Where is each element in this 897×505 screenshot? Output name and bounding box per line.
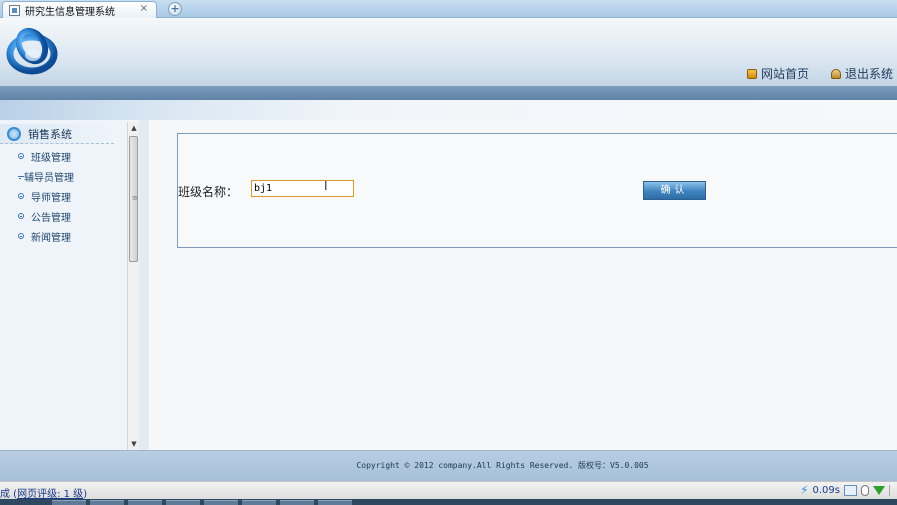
home-link-label: 网站首页 — [760, 67, 809, 81]
logout-icon — [830, 68, 841, 79]
sidebar-item-news-management[interactable]: 新闻管理 — [0, 226, 114, 246]
new-tab-button[interactable]: + — [168, 2, 182, 16]
lightning-icon: ⚡ — [800, 483, 809, 497]
header-links: 网站首页 退出系统 — [746, 65, 893, 82]
taskbar-button[interactable] — [166, 500, 200, 505]
sidebar-item-notice-management[interactable]: 公告管理 — [0, 206, 114, 226]
scrollbar-thumb[interactable]: ≡ — [129, 136, 138, 262]
sidebar-item-label: 班级管理 — [31, 152, 71, 164]
menu-bullet-icon — [18, 153, 24, 159]
browser-tab[interactable]: 研究生信息管理系统 × — [2, 1, 157, 18]
screenshot-icon[interactable] — [844, 484, 857, 496]
class-name-input[interactable] — [251, 180, 354, 197]
browser-status-bar: 成 (网页评级: 1 级) ⚡ 0.09s — [0, 481, 897, 500]
taskbar-button[interactable] — [90, 500, 124, 505]
menu-bullet-icon — [18, 193, 24, 199]
download-icon[interactable] — [873, 485, 885, 495]
logout-link-label: 退出系统 — [844, 67, 893, 81]
sidebar-gutter — [139, 120, 149, 450]
sidebar: 销售系统 班级管理 辅导员管理 导师管理 公告管理 新闻管理 — [0, 120, 127, 450]
taskbar-button[interactable] — [242, 500, 276, 505]
tab-title: 研究生信息管理系统 — [25, 6, 115, 18]
text-cursor-icon: I — [324, 179, 328, 193]
page-footer: Copyright © 2012 company.All Rights Rese… — [0, 450, 897, 481]
menu-bullet-icon — [18, 213, 24, 219]
taskbar-button[interactable] — [128, 500, 162, 505]
search-icon — [7, 126, 21, 141]
main-content: 班级名称： I 确认 — [149, 120, 897, 450]
sidebar-item-tutor-management[interactable]: 导师管理 — [0, 186, 114, 206]
mouse-gesture-icon[interactable] — [861, 484, 869, 496]
class-name-label: 班级名称： — [178, 185, 239, 199]
class-form: 班级名称： I 确认 — [177, 133, 897, 248]
sidebar-item-label: 导师管理 — [31, 192, 71, 204]
page-favicon-icon — [9, 4, 20, 16]
sidebar-item-label: 辅导员管理 — [24, 172, 74, 184]
status-more-icon[interactable] — [889, 484, 895, 496]
menu-bullet-icon — [18, 175, 24, 179]
app-header: 网站首页 退出系统 — [0, 18, 897, 86]
sidebar-item-label: 公告管理 — [31, 212, 71, 224]
os-taskbar — [0, 499, 897, 505]
menu-bullet-icon — [18, 233, 24, 239]
tab-close-icon[interactable]: × — [140, 3, 148, 14]
copyright-text: Copyright © 2012 company.All Rights Rese… — [356, 461, 649, 470]
status-message: 成 (网页评级: 1 级) — [0, 485, 87, 500]
sidebar-section-header[interactable]: 销售系统 — [0, 124, 114, 144]
header-divider-band — [0, 86, 897, 100]
taskbar-button[interactable] — [318, 500, 352, 505]
sidebar-menu: 班级管理 辅导员管理 导师管理 公告管理 新闻管理 — [0, 146, 114, 246]
taskbar-button[interactable] — [280, 500, 314, 505]
browser-tab-bar: 研究生信息管理系统 × + — [0, 0, 897, 18]
taskbar-button[interactable] — [52, 500, 86, 505]
logout-link[interactable]: 退出系统 — [830, 65, 893, 82]
taskbar-button[interactable] — [204, 500, 238, 505]
home-link[interactable]: 网站首页 — [746, 65, 809, 82]
scrollbar-grip-icon: ≡ — [132, 194, 138, 202]
sidebar-scrollbar[interactable]: ▲ ≡ ▼ — [127, 122, 139, 450]
sidebar-item-class-management[interactable]: 班级管理 — [0, 146, 114, 166]
status-tray: ⚡ 0.09s — [800, 484, 895, 496]
app-logo-icon — [6, 27, 58, 75]
home-icon — [746, 68, 757, 79]
sub-header-band — [0, 100, 897, 120]
load-time: 0.09s — [812, 484, 840, 496]
sidebar-item-counselor-management[interactable]: 辅导员管理 — [0, 166, 114, 186]
confirm-button[interactable]: 确认 — [643, 181, 706, 200]
sidebar-section-title: 销售系统 — [28, 127, 72, 141]
sidebar-item-label: 新闻管理 — [31, 232, 71, 244]
